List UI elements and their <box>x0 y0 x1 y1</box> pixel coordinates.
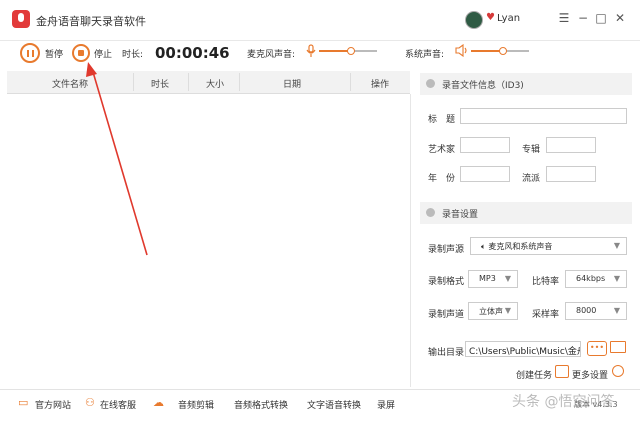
gear-icon <box>426 79 435 88</box>
duration-label: 时长: <box>122 50 144 60</box>
column-date: 日期 <box>282 80 301 90</box>
column-filename: 文件名称 <box>51 80 88 90</box>
mic-volume-label: 麦克风声音: <box>247 50 296 60</box>
create-task-label[interactable]: 创建任务 <box>516 368 552 381</box>
format-label: 录制格式 <box>428 277 465 287</box>
source-select[interactable]: 🔈︎ 麦克风和系统声音 ▼ <box>470 237 627 255</box>
year-label: 年 份 <box>428 174 456 184</box>
username[interactable]: Lyan <box>497 13 520 24</box>
more-settings-label[interactable]: 更多设置 <box>572 368 608 381</box>
system-slider-knob[interactable] <box>498 47 507 55</box>
source-label: 录制声源 <box>428 245 465 255</box>
monitor-icon: ▭ <box>18 396 29 409</box>
person-icon: ⚇ <box>85 396 95 409</box>
bottom-item-support[interactable]: 在线客服 <box>100 398 136 411</box>
column-actions: 操作 <box>370 80 389 90</box>
mic-volume-slider[interactable] <box>319 47 377 55</box>
samplerate-value: 8000 <box>576 306 597 315</box>
close-button[interactable]: ✕ <box>613 11 627 25</box>
id3-section-title: 录音文件信息（ID3) <box>442 81 524 91</box>
bitrate-value: 64kbps <box>576 274 606 283</box>
chevron-down-icon: ▼ <box>613 274 620 283</box>
bottom-item-website[interactable]: 官方网站 <box>35 398 71 411</box>
chevron-down-icon: ▼ <box>504 306 511 315</box>
file-list[interactable] <box>7 94 411 387</box>
title-label: 标 题 <box>428 115 456 125</box>
bottom-item-tts[interactable]: 文字语音转换 <box>307 398 361 411</box>
stop-icon[interactable] <box>72 44 90 62</box>
format-select[interactable]: MP3 ▼ <box>468 270 518 288</box>
bitrate-label: 比特率 <box>532 277 560 287</box>
pause-icon[interactable] <box>20 43 40 63</box>
mic-slider-knob[interactable] <box>346 47 355 55</box>
gear-icon <box>426 208 435 217</box>
channel-label: 录制声道 <box>428 310 465 320</box>
year-input[interactable] <box>460 166 510 182</box>
channel-value: 立体声 <box>479 307 503 316</box>
cloud-icon: ☁ <box>153 396 164 409</box>
app-logo-icon <box>12 10 30 28</box>
column-divider <box>133 73 134 91</box>
speaker-small-icon: 🔈︎ <box>481 242 486 251</box>
avatar[interactable] <box>465 11 483 29</box>
bottom-item-screen-record[interactable]: 录屏 <box>377 398 395 411</box>
stop-label[interactable]: 停止 <box>94 47 112 60</box>
system-volume-slider[interactable] <box>471 47 529 55</box>
menu-button[interactable]: ☰ <box>557 11 571 25</box>
bottom-item-format-convert[interactable]: 音频格式转换 <box>234 398 288 411</box>
browse-button[interactable]: ••• <box>587 341 607 356</box>
window-title: 金舟语音聊天录音软件 <box>36 15 146 28</box>
album-label: 专辑 <box>522 145 541 155</box>
chevron-down-icon: ▼ <box>613 306 620 315</box>
column-divider <box>239 73 240 91</box>
title-input[interactable] <box>460 108 627 124</box>
genre-label: 流派 <box>522 174 541 184</box>
pause-label[interactable]: 暂停 <box>45 47 63 60</box>
source-value: 麦克风和系统声音 <box>488 242 553 251</box>
maximize-button[interactable]: □ <box>594 11 608 25</box>
genre-input[interactable] <box>546 166 596 182</box>
speaker-icon <box>455 44 467 57</box>
system-volume-label: 系统声音: <box>405 50 445 60</box>
artist-input[interactable] <box>460 137 510 153</box>
bottom-item-audio-edit[interactable]: 音频剪辑 <box>178 398 214 411</box>
chevron-down-icon: ▼ <box>613 241 620 250</box>
minimize-button[interactable]: − <box>576 11 590 25</box>
settings-gear-icon[interactable] <box>612 365 624 377</box>
settings-section-title: 录音设置 <box>442 210 479 220</box>
task-icon[interactable] <box>555 365 569 378</box>
column-size: 大小 <box>205 80 224 90</box>
format-value: MP3 <box>479 274 496 283</box>
vip-heart-icon: ♥ <box>486 12 495 23</box>
column-divider <box>188 73 189 91</box>
folder-icon[interactable] <box>610 341 626 353</box>
samplerate-label: 采样率 <box>532 310 560 320</box>
column-divider <box>350 73 351 91</box>
output-dir-field[interactable]: C:\Users\Public\Music\金舟 <box>465 341 581 357</box>
chevron-down-icon: ▼ <box>504 274 511 283</box>
microphone-icon <box>306 44 316 57</box>
bitrate-select[interactable]: 64kbps ▼ <box>565 270 627 288</box>
version-label: 版本 v4.3.3 <box>574 400 618 409</box>
channel-select[interactable]: 立体声 ▼ <box>468 302 518 320</box>
output-label: 输出目录 <box>428 348 465 358</box>
column-duration: 时长 <box>150 80 169 90</box>
samplerate-select[interactable]: 8000 ▼ <box>565 302 627 320</box>
artist-label: 艺术家 <box>428 145 456 155</box>
duration-value: 00:00:46 <box>155 44 230 62</box>
album-input[interactable] <box>546 137 596 153</box>
